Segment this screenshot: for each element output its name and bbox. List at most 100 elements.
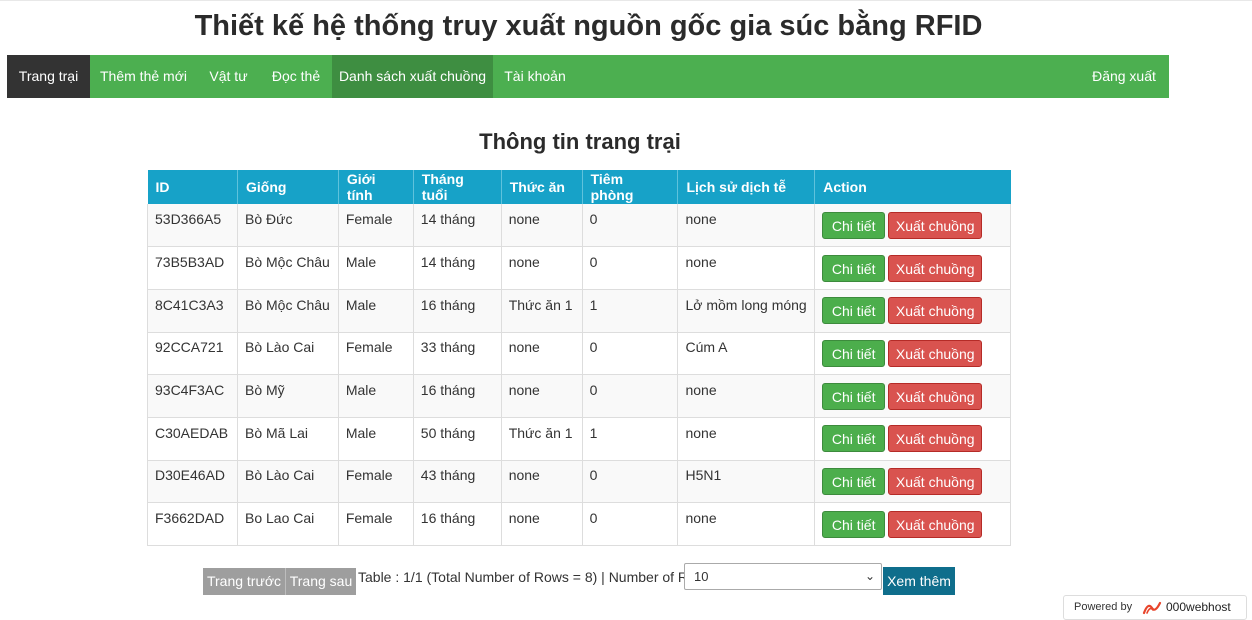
cell-sex-text: Male [345,424,377,441]
cell-feed: Thức ăn 1 [501,417,583,461]
cell-vaccine: 0 [582,332,679,376]
powered-by-badge[interactable]: Powered by 000webhost [1063,595,1247,620]
cell-feed-text: none [508,254,540,271]
cell-sex: Male [338,289,414,333]
export-button[interactable]: Xuất chuồng [888,211,983,239]
table-row: 53D366A5 Bò Đức Female 14 tháng none 0 none Chi… [147,204,1011,248]
rows-per-page-value: 10 [694,569,709,584]
cell-breed-text: Bò Mộc Châu [244,254,330,271]
cell-vaccine-text: 0 [589,510,598,527]
cell-age: 43 tháng [413,460,502,504]
detail-button[interactable]: Chi tiết [822,425,886,453]
cell-age: 33 tháng [413,332,502,376]
cell-vaccine-text: 1 [589,296,598,313]
export-button[interactable]: Xuất chuồng [888,382,983,410]
nav-item-farm[interactable]: Trang trại [7,55,90,98]
webhost-logo-icon [1142,601,1162,615]
nav-item-logout[interactable]: Đăng xuất [1080,55,1168,98]
cell-actions: Chi tiết Xuất chuồng [814,502,1011,546]
cell-age: 16 tháng [413,289,502,333]
cell-vaccine-text: 0 [589,254,598,271]
cell-feed: none [501,204,583,248]
column-header: ID [147,170,238,204]
export-button[interactable]: Xuất chuồng [888,510,983,538]
cell-age: 16 tháng [413,374,502,418]
cell-actions: Chi tiết Xuất chuồng [814,460,1011,504]
detail-button[interactable]: Chi tiết [822,254,886,282]
cell-id: 8C41C3A3 [147,289,238,333]
rows-per-page-select[interactable]: 10 ⌄ [684,563,882,590]
detail-button[interactable]: Chi tiết [822,339,886,367]
cell-id-text: C30AEDAB [155,424,229,441]
cell-age-text: 16 tháng [420,510,476,527]
cell-sex-text: Female [345,339,393,356]
prev-page-button[interactable]: Trang trước [203,568,285,595]
cell-history: none [677,246,816,290]
cell-age: 14 tháng [413,204,502,248]
cell-feed-text: none [508,382,540,399]
export-button[interactable]: Xuất chuồng [888,254,983,282]
cell-breed: Bò Lào Cai [237,460,339,504]
detail-button[interactable]: Chi tiết [822,510,886,538]
cell-id-text: 53D366A5 [155,211,222,228]
cell-id-text: 8C41C3A3 [155,296,224,313]
nav-item-export-list[interactable]: Danh sách xuất chuồng [332,55,493,98]
cell-feed: none [501,374,583,418]
cell-id: 92CCA721 [147,332,238,376]
cell-actions: Chi tiết Xuất chuồng [814,332,1011,376]
cell-actions: Chi tiết Xuất chuồng [814,246,1011,290]
cell-breed: Bò Lào Cai [237,332,339,376]
export-button[interactable]: Xuất chuồng [888,339,983,367]
cell-actions: Chi tiết Xuất chuồng [814,374,1011,418]
nav-item-read-tag[interactable]: Đọc thẻ [260,55,332,98]
nav-item-account[interactable]: Tài khoản [493,55,577,98]
cell-vaccine-text: 1 [589,424,598,441]
cell-age: 50 tháng [413,417,502,461]
export-button[interactable]: Xuất chuồng [888,297,983,325]
table-row: 8C41C3A3 Bò Mộc Châu Male 16 tháng Thức ăn 1… [147,289,1011,333]
cell-breed-text: Bò Đức [244,211,293,228]
cell-id-text: 92CCA721 [155,339,224,356]
cell-breed-text: Bò Lào Cai [244,339,315,356]
cell-age-text: 16 tháng [420,382,476,399]
cell-id-text: F3662DAD [155,510,225,527]
cell-id: C30AEDAB [147,417,238,461]
cell-age-text: 14 tháng [420,211,476,228]
cell-age: 16 tháng [413,502,502,546]
cell-vaccine: 0 [582,374,679,418]
cell-history: none [677,204,816,248]
cell-breed-text: Bò Lào Cai [244,467,315,484]
column-header: Giới tính [338,170,414,204]
nav-item-supplies[interactable]: Vật tư [197,55,260,98]
cell-sex-text: Male [345,296,377,313]
table-row: 93C4F3AC Bò Mỹ Male 16 tháng none 0 none Chi ti… [147,374,1011,418]
cell-history-text: Cúm A [685,339,728,356]
cell-vaccine: 0 [582,246,679,290]
cell-sex: Female [338,204,414,248]
next-page-button[interactable]: Trang sau [285,568,356,595]
cell-id: 73B5B3AD [147,246,238,290]
cell-history: Lở mồm long móng [677,289,816,333]
cell-sex: Male [338,374,414,418]
cell-id: F3662DAD [147,502,238,546]
detail-button[interactable]: Chi tiết [822,211,886,239]
detail-button[interactable]: Chi tiết [822,382,886,410]
cell-sex-text: Male [345,382,377,399]
export-button[interactable]: Xuất chuồng [888,425,983,453]
cell-breed: Bò Mỹ [237,374,339,418]
cell-feed: none [501,332,583,376]
cell-sex: Female [338,502,414,546]
cell-actions: Chi tiết Xuất chuồng [814,417,1011,461]
cell-history-text: none [685,211,717,228]
view-more-button[interactable]: Xem thêm [883,567,955,595]
detail-button[interactable]: Chi tiết [822,297,886,325]
cell-id: 93C4F3AC [147,374,238,418]
export-button[interactable]: Xuất chuồng [888,467,983,495]
cell-age-text: 16 tháng [420,296,476,313]
detail-button[interactable]: Chi tiết [822,467,886,495]
cell-feed: Thức ăn 1 [501,289,583,333]
table-row: C30AEDAB Bò Mã Lai Male 50 tháng Thức ăn 1 1 n… [147,417,1011,461]
top-divider [0,0,1252,1]
nav-item-add-tag[interactable]: Thêm thẻ mới [90,55,197,98]
cell-id: D30E46AD [147,460,238,504]
